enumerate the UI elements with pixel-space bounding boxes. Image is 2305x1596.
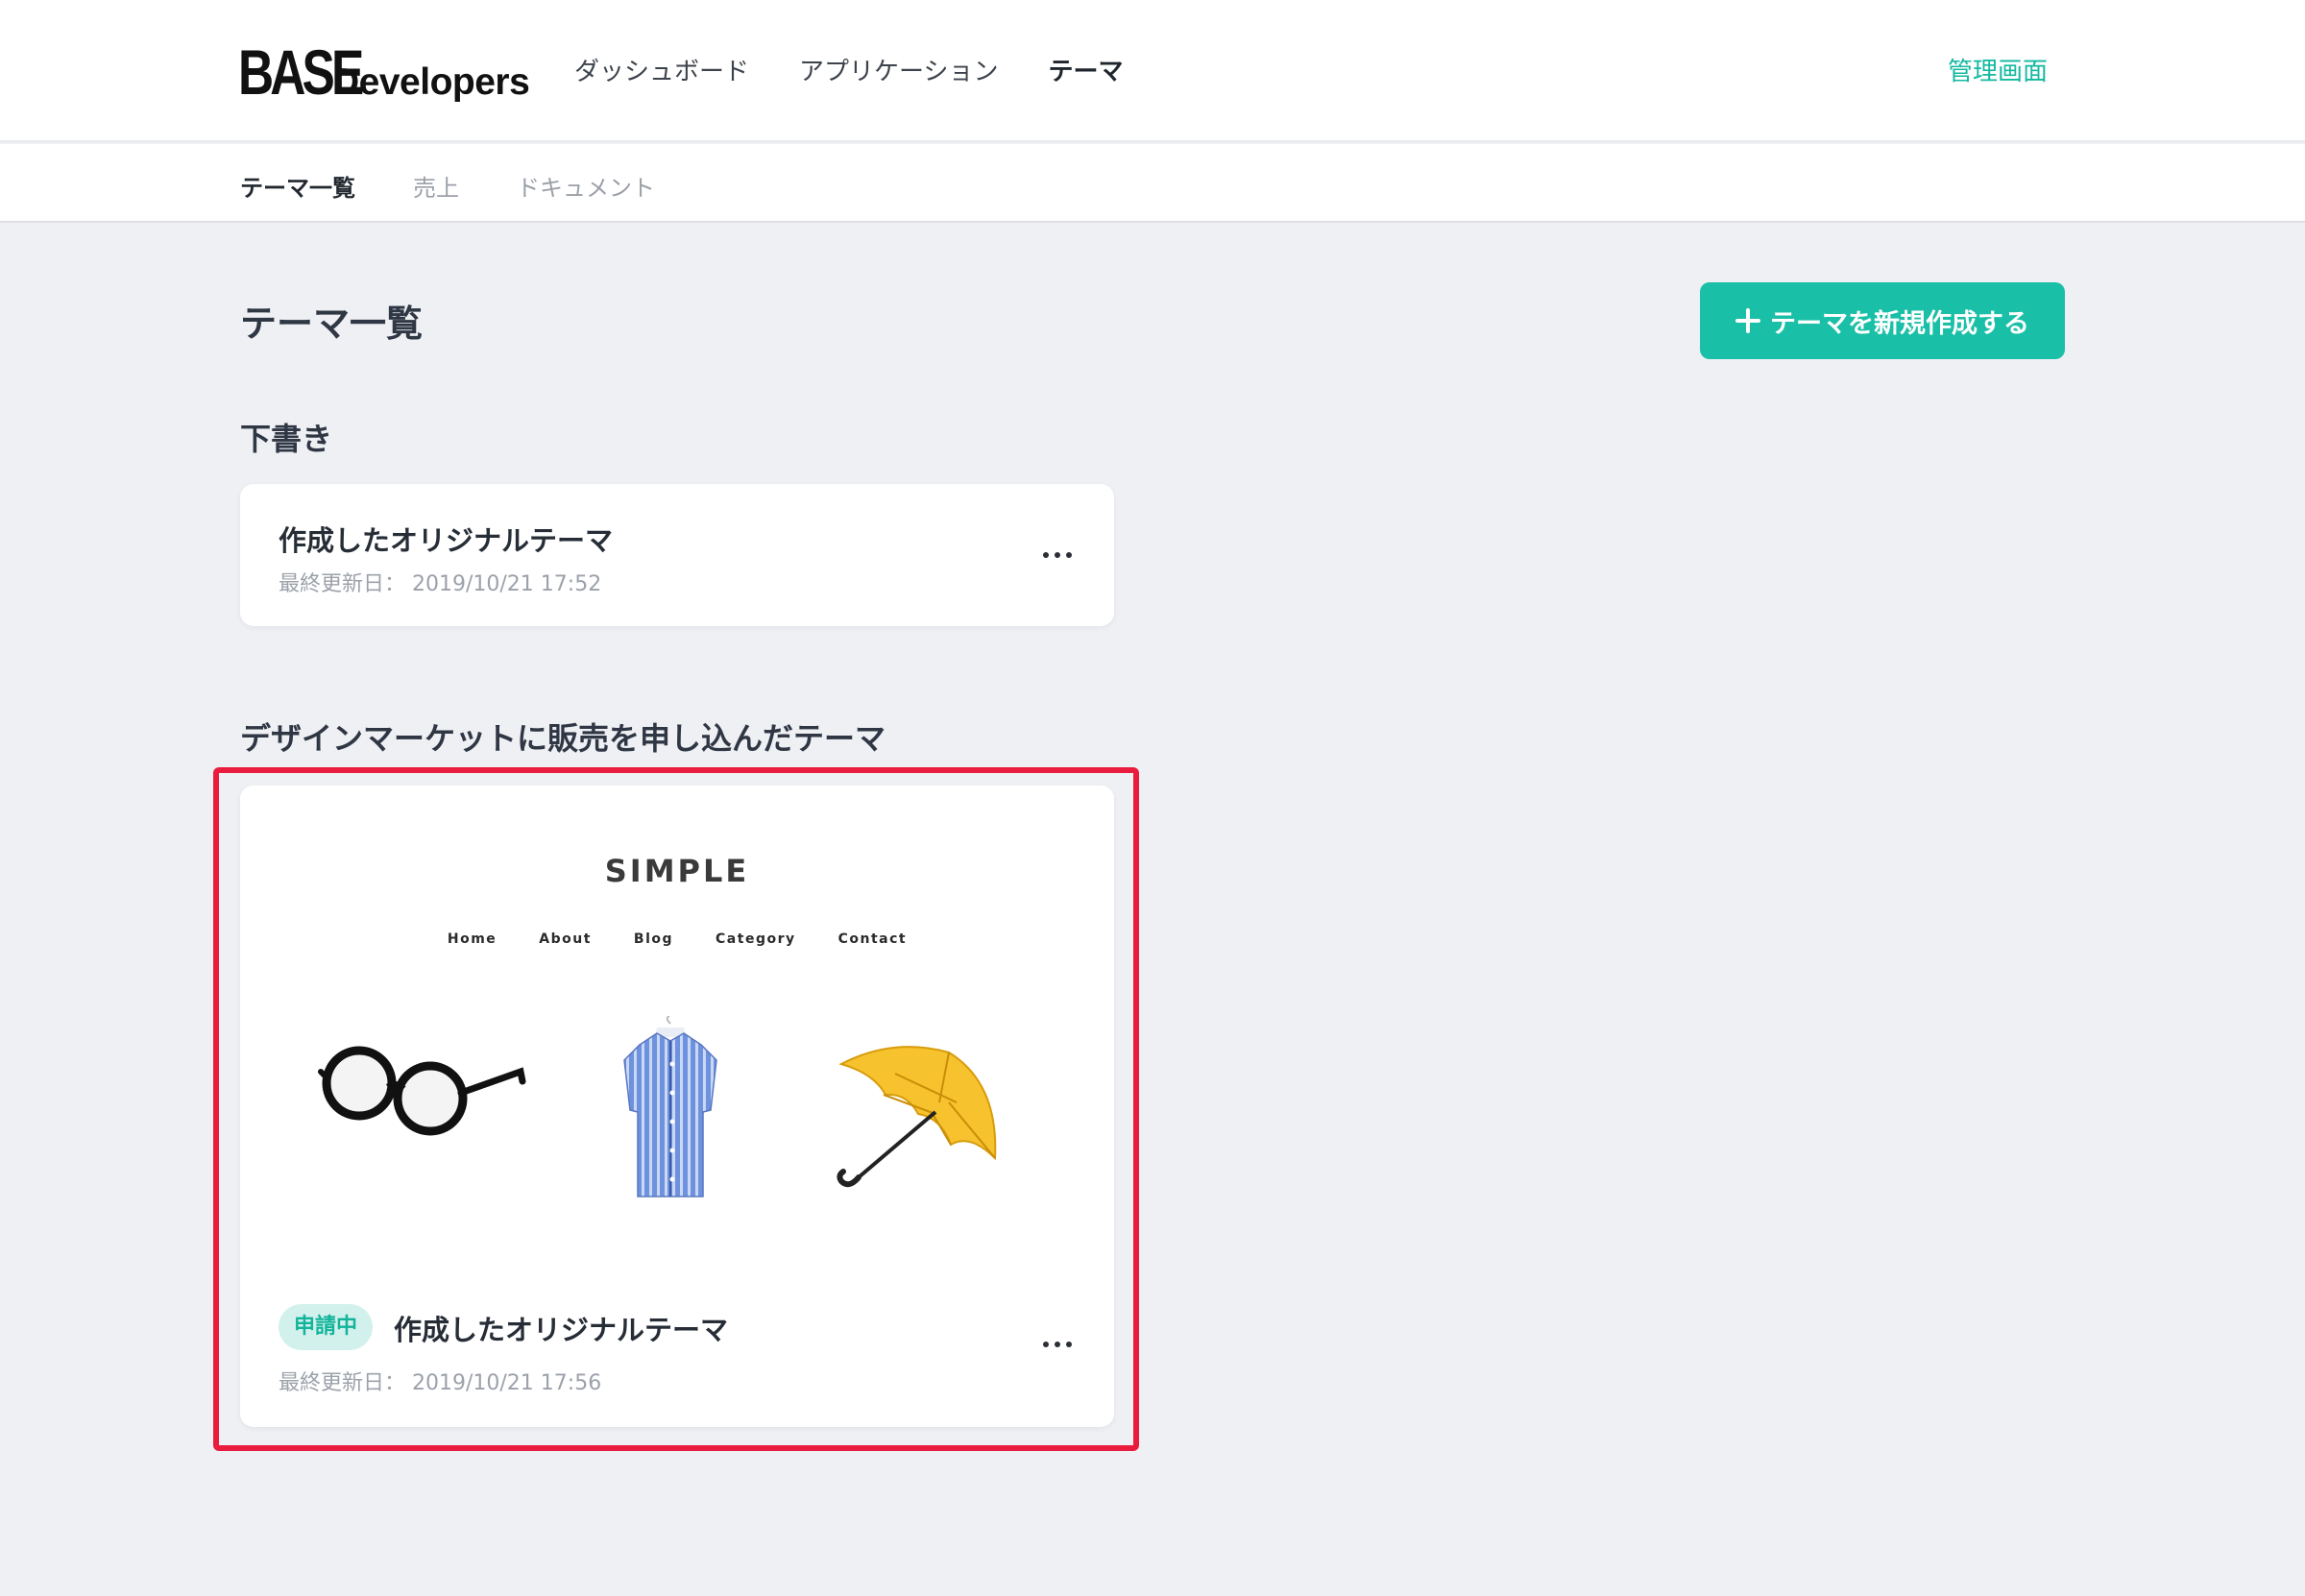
status-badge: 申請中 [279,1304,374,1350]
glasses-image [318,1046,526,1136]
create-theme-label: テーマを新規作成する [1770,308,2029,339]
page-title: テーマ一覧 [240,302,424,345]
umbrella-image [837,1046,997,1188]
nav-themes[interactable]: テーマ [1049,52,1124,87]
preview-nav: Home About Blog Category Contact [240,931,1114,947]
shirt-image [623,1016,717,1197]
draft-theme-title: 作成したオリジナルテーマ [279,524,614,557]
draft-theme-card[interactable]: 作成したオリジナルテーマ 最終更新日： 2019/10/21 17:52 [240,484,1114,626]
drafts-heading: 下書き [240,421,333,457]
logo-developers-text: Developers [332,61,530,103]
preview-nav-home: Home [447,931,497,947]
market-theme-updated: 最終更新日： 2019/10/21 17:56 [279,1371,602,1395]
preview-nav-blog: Blog [633,931,674,947]
preview-nav-category: Category [716,931,796,947]
preview-nav-about: About [539,931,592,947]
plus-icon [1735,308,1760,333]
more-options-icon[interactable] [1043,1341,1072,1348]
subnav-sales[interactable]: 売上 [413,169,459,203]
nav-dashboard[interactable]: ダッシュボード [574,52,749,87]
logo-base-text: BASE [238,36,364,108]
more-options-icon[interactable] [1043,551,1072,559]
market-theme-title: 作成したオリジナルテーマ [394,1314,729,1346]
main-nav: ダッシュボード アプリケーション テーマ [574,52,1174,87]
admin-link[interactable]: 管理画面 [1948,52,2048,87]
market-heading: デザインマーケットに販売を申し込んだテーマ [240,720,886,757]
sub-header: テーマ一覧 売上 ドキュメント [0,144,2305,223]
theme-preview-image: SIMPLE Home About Blog Category Contact [240,786,1114,1285]
top-header: BASE Developers ダッシュボード アプリケーション テーマ 管理画… [0,0,2305,142]
preview-nav-contact: Contact [837,931,908,947]
create-theme-button[interactable]: テーマを新規作成する [1700,282,2065,359]
draft-theme-updated: 最終更新日： 2019/10/21 17:52 [279,572,602,596]
nav-applications[interactable]: アプリケーション [799,52,998,87]
market-theme-card[interactable]: SIMPLE Home About Blog Category Contact [240,786,1114,1427]
sub-nav: テーマ一覧 売上 ドキュメント [240,169,713,203]
preview-logo: SIMPLE [604,853,750,889]
base-developers-logo[interactable]: BASE Developers [238,36,530,108]
subnav-theme-list[interactable]: テーマ一覧 [240,169,355,203]
subnav-documents[interactable]: ドキュメント [517,169,655,203]
